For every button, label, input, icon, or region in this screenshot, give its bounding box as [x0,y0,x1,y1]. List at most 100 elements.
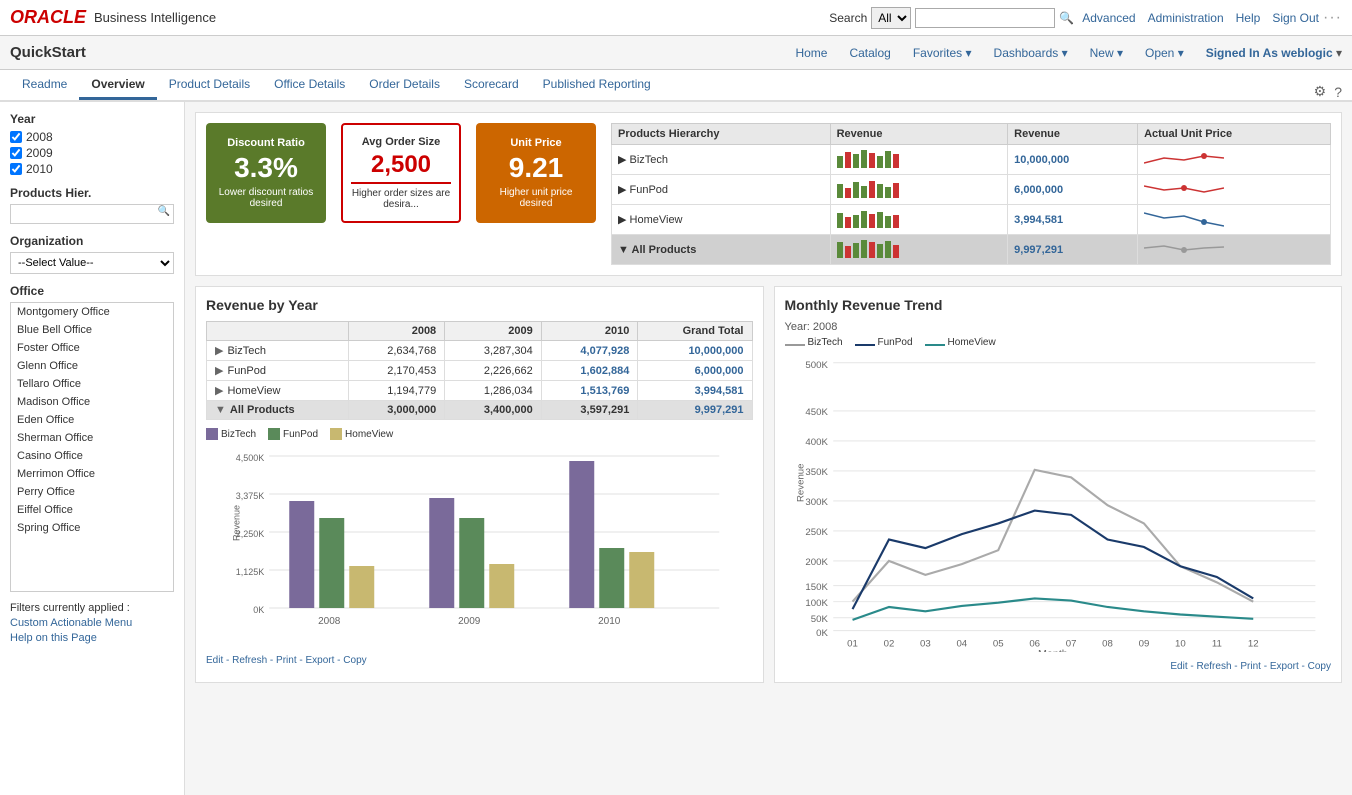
trend-legend-biztech-label: BizTech [808,337,843,348]
rev-cell-homeview-2009: 1,286,034 [445,381,542,401]
bar-chart-refresh-link[interactable]: Refresh [232,655,267,666]
revenue-by-year-panel: Revenue by Year 2008 2009 2010 Grand Tot… [195,286,764,683]
products-hier-search-input[interactable] [10,204,174,224]
office-item-glenn[interactable]: Glenn Office [11,357,173,375]
oracle-logo: ORACLE Business Intelligence [10,7,216,28]
kpi-cell-homeview-rev: 3,994,581 [1008,205,1138,235]
office-item-eiffel[interactable]: Eiffel Office [11,501,173,519]
rev-cell-homeview-total: 3,994,581 [638,381,752,401]
legend-homeview-color [330,428,342,440]
kpi-order-size-card: Avg Order Size 2,500 Higher order sizes … [341,123,461,223]
trend-legend-homeview-label: HomeView [948,337,996,348]
legend-funpod-label: FunPod [283,429,318,440]
tab-bar: Readme Overview Product Details Office D… [0,70,1352,102]
tab-overview[interactable]: Overview [79,71,156,100]
office-item-casino[interactable]: Casino Office [11,447,173,465]
bi-title: Business Intelligence [94,10,216,25]
office-list[interactable]: Montgomery Office Blue Bell Office Foste… [10,302,174,592]
office-item-tellaro[interactable]: Tellaro Office [11,375,173,393]
main-content: Year 2008 2009 2010 Products Hier. Organ… [0,102,1352,795]
kpi-cell-total-name: ▼ All Products [612,235,831,265]
bar-chart-export-link[interactable]: Export [305,655,334,666]
year-2010-checkbox[interactable] [10,163,22,175]
bar-chart-print-link[interactable]: Print [276,655,297,666]
tab-published-reporting[interactable]: Published Reporting [531,71,663,100]
office-item-montgomery[interactable]: Montgomery Office [11,303,173,321]
trend-refresh-link[interactable]: Refresh [1196,661,1231,672]
search-scope-select[interactable]: All [871,7,911,29]
svg-text:250K: 250K [805,527,828,538]
office-item-perry[interactable]: Perry Office [11,483,173,501]
kpi-cell-homeview-unit [1138,205,1331,235]
rev-cell-homeview-2008: 1,194,779 [348,381,445,401]
svg-text:08: 08 [1102,639,1113,650]
tab-scorecard[interactable]: Scorecard [452,71,531,100]
nav-home[interactable]: Home [785,42,837,64]
svg-text:0K: 0K [816,628,828,639]
office-item-foster[interactable]: Foster Office [11,339,173,357]
svg-text:Revenue: Revenue [795,463,806,502]
bar-chart-legend: BizTech FunPod HomeView [206,428,753,440]
office-item-eden[interactable]: Eden Office [11,411,173,429]
svg-text:400K: 400K [805,437,828,448]
bar-chart-copy-link[interactable]: Copy [343,655,366,666]
help-icon[interactable]: ? [1334,84,1342,100]
settings-icon[interactable]: ⚙ [1314,83,1327,100]
svg-text:09: 09 [1138,639,1149,650]
help-link[interactable]: Help [1236,11,1261,25]
tab-order-details[interactable]: Order Details [357,71,452,100]
kpi-row-homeview: ▶ HomeView [612,205,1331,235]
homeview-mini-bar-chart [837,208,917,228]
legend-homeview-label: HomeView [345,429,393,440]
svg-text:1,125K: 1,125K [236,567,265,577]
advanced-link[interactable]: Advanced [1082,11,1135,25]
office-item-merrimon[interactable]: Merrimon Office [11,465,173,483]
trend-legend-funpod-color [855,344,875,346]
svg-text:350K: 350K [805,467,828,478]
office-item-sherman[interactable]: Sherman Office [11,429,173,447]
tab-product-details[interactable]: Product Details [157,71,262,100]
custom-menu-link[interactable]: Custom Actionable Menu [10,617,174,629]
trend-copy-link[interactable]: Copy [1308,661,1331,672]
nav-open[interactable]: Open [1135,42,1194,64]
kpi-unit-price-value: 9.21 [509,153,564,184]
rev-cell-homeview-name: ▶HomeView [207,381,349,401]
svg-text:11: 11 [1211,639,1221,650]
legend-biztech: BizTech [206,428,256,440]
office-item-spring[interactable]: Spring Office [11,519,173,537]
kpi-order-size-sub: Higher order sizes are desira... [351,188,451,210]
revenue-section: Revenue by Year 2008 2009 2010 Grand Tot… [195,286,1342,683]
kpi-unit-price-card: Unit Price 9.21 Higher unit price desire… [476,123,596,223]
nav-dashboards[interactable]: Dashboards [984,42,1078,64]
year-2009-checkbox[interactable] [10,147,22,159]
username-label[interactable]: weblogic [1281,46,1332,60]
tab-readme[interactable]: Readme [10,71,79,100]
year-2008-checkbox[interactable] [10,131,22,143]
administration-link[interactable]: Administration [1148,11,1224,25]
search-icon[interactable]: 🔍 [1059,11,1074,25]
year-2009-item: 2009 [10,146,174,160]
top-dots: ··· [1323,9,1342,27]
kpi-discount-title: Discount Ratio [227,137,305,149]
trend-legend-homeview: HomeView [925,337,996,348]
kpi-cell-homeview-name: ▶ HomeView [612,205,831,235]
office-item-bluebell[interactable]: Blue Bell Office [11,321,173,339]
bar-chart-edit-link[interactable]: Edit [206,655,223,666]
trend-print-link[interactable]: Print [1240,661,1261,672]
office-item-madison[interactable]: Madison Office [11,393,173,411]
tab-office-details[interactable]: Office Details [262,71,357,100]
rev-cell-biztech-2010: 4,077,928 [541,341,638,361]
legend-biztech-label: BizTech [221,429,256,440]
help-page-link[interactable]: Help on this Page [10,632,174,644]
svg-text:04: 04 [956,639,967,650]
signout-link[interactable]: Sign Out [1272,11,1319,25]
nav-catalog[interactable]: Catalog [839,42,900,64]
trend-edit-link[interactable]: Edit [1170,661,1187,672]
search-input[interactable] [915,8,1055,28]
nav-favorites[interactable]: Favorites [903,42,982,64]
kpi-cell-biztech-bar [830,145,1008,175]
trend-export-link[interactable]: Export [1270,661,1299,672]
organization-select[interactable]: --Select Value-- [10,252,174,274]
kpi-order-size-title: Avg Order Size [362,136,440,148]
nav-new[interactable]: New [1080,42,1133,64]
